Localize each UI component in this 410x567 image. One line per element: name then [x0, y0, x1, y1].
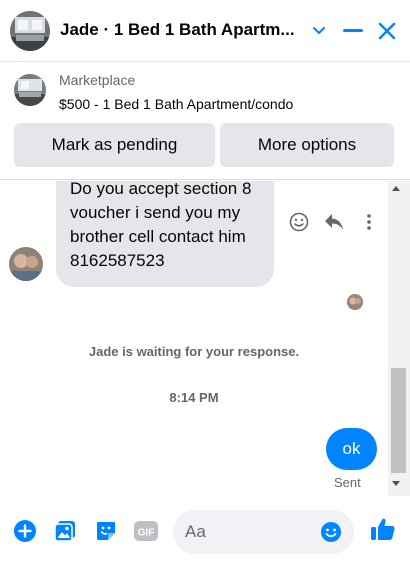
- message-timestamp: 8:14 PM: [169, 390, 219, 405]
- marketplace-label: Marketplace: [59, 72, 136, 88]
- scrollbar-thumb[interactable]: [391, 368, 406, 473]
- plus-icon[interactable]: [12, 518, 38, 544]
- scroll-down-arrow-icon[interactable]: [392, 481, 400, 486]
- mark-as-pending-button[interactable]: Mark as pending: [14, 123, 215, 167]
- chevron-down-icon[interactable]: [306, 18, 332, 44]
- incoming-message[interactable]: Do you accept section 8 voucher i send y…: [56, 181, 274, 287]
- contact-avatar[interactable]: [10, 11, 50, 51]
- outgoing-message[interactable]: ok: [326, 428, 377, 470]
- reply-icon[interactable]: [323, 211, 345, 233]
- sender-avatar[interactable]: [9, 247, 43, 281]
- waiting-notice: Jade is waiting for your response.: [88, 344, 300, 359]
- thumbs-up-icon[interactable]: [370, 516, 396, 542]
- photo-icon[interactable]: [52, 518, 78, 544]
- chat-header: Jade · 1 Bed 1 Bath Apartm...: [0, 0, 410, 62]
- more-dots-icon[interactable]: [358, 211, 380, 233]
- minimize-icon[interactable]: [340, 18, 366, 44]
- listing-thumbnail[interactable]: [14, 74, 46, 106]
- chat-title[interactable]: Jade · 1 Bed 1 Bath Apartm...: [60, 20, 300, 40]
- message-input[interactable]: [185, 510, 315, 554]
- sticker-icon[interactable]: [93, 518, 119, 544]
- close-icon[interactable]: [374, 18, 400, 44]
- emoji-icon[interactable]: [318, 519, 344, 545]
- marketplace-banner: Marketplace $500 - 1 Bed 1 Bath Apartmen…: [0, 62, 410, 180]
- smiley-icon[interactable]: [288, 211, 310, 233]
- message-status: Sent: [334, 475, 361, 490]
- thread-scrollbar[interactable]: [388, 181, 410, 496]
- message-input-wrapper[interactable]: [173, 510, 354, 554]
- seen-receipt-avatar: [347, 294, 363, 310]
- svg-text:GIF: GIF: [138, 528, 155, 539]
- message-composer: GIF: [0, 496, 410, 567]
- listing-title[interactable]: $500 - 1 Bed 1 Bath Apartment/condo: [59, 96, 293, 112]
- gif-icon[interactable]: GIF: [133, 518, 159, 544]
- message-thread: Do you accept section 8 voucher i send y…: [0, 181, 410, 496]
- scroll-up-arrow-icon[interactable]: [392, 186, 400, 191]
- more-options-button[interactable]: More options: [220, 123, 394, 167]
